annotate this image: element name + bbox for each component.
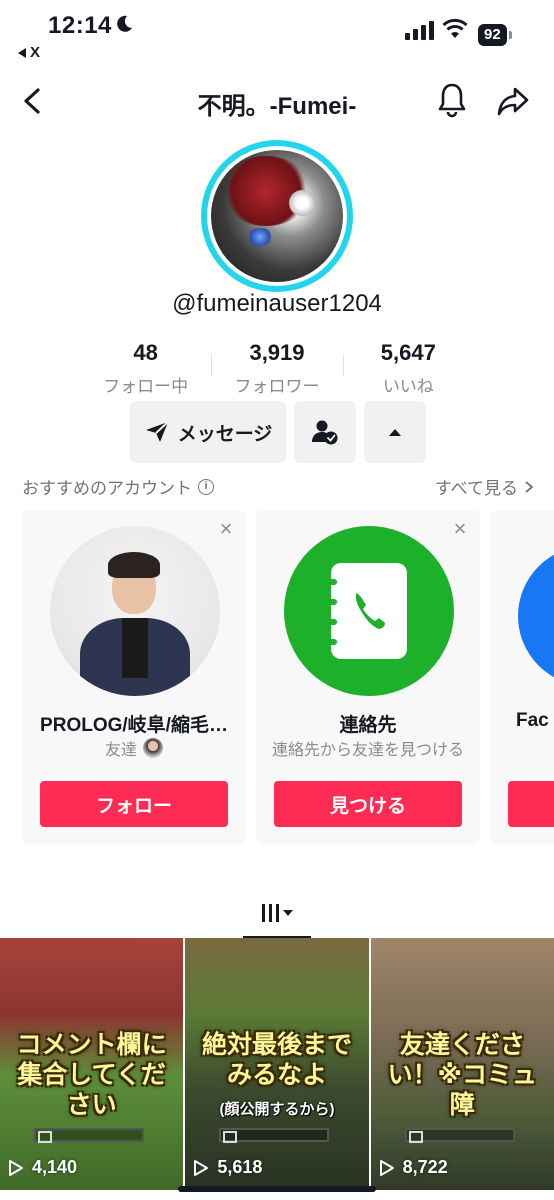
suggested-title-wrap: おすすめのアカウント i [22,474,214,499]
suggested-subtitle: 友達 [28,736,240,760]
status-bar: 12:14 X 92 [0,0,554,70]
close-icon[interactable]: × [216,518,236,540]
profile-stats: 48 フォロー中 3,919 フォロワー 5,647 いいね [80,340,474,396]
stat-label: フォロー中 [103,377,189,396]
share-icon[interactable] [496,84,530,118]
expand-suggestions-button[interactable] [364,401,426,463]
suggested-card-contacts[interactable]: × 連絡先 連絡先から友達を見つける 見つける [256,510,480,844]
profile-actions: メッセージ [130,401,426,463]
partial-button[interactable] [508,781,554,827]
stat-followers[interactable]: 3,919 フォロワー [211,340,342,396]
stat-value: 48 [133,340,158,365]
stat-value: 3,919 [249,340,305,365]
caret-down-icon [282,910,293,916]
video-subcaption: (顔公開するから) [219,1101,335,1118]
see-all-label: すべて見る [434,479,518,498]
chevron-right-icon [525,480,534,493]
video-thumbnail[interactable]: 友達ください！※コミュ障 8,722 [370,938,554,1190]
stat-label: いいね [382,377,434,396]
play-icon [194,1159,209,1176]
suggested-sub-label: 連絡先から友達を見つける [271,742,464,759]
back-app-label: X [30,44,41,61]
see-all-link[interactable]: すべて見る [435,474,534,499]
back-to-app-link[interactable]: X [18,44,40,61]
suggested-card-partial[interactable]: Fac [490,510,554,844]
mutual-friend-avatar [143,738,163,758]
view-count-value: 5,618 [217,1157,263,1177]
profile-avatar[interactable] [201,140,353,292]
stat-likes[interactable]: 5,647 いいね [342,340,474,396]
status-time: 12:14 [48,12,112,39]
stat-value: 5,647 [380,340,436,365]
facebook-icon[interactable] [518,546,554,686]
contacts-icon[interactable] [284,526,454,696]
grid-icon [261,904,279,922]
suggested-name: PROLOG/岐阜/縮毛… [40,715,228,736]
video-caption: コメント欄に集合してください [16,1031,167,1119]
stat-following[interactable]: 48 フォロー中 [80,340,211,396]
find-button[interactable]: 見つける [274,781,462,827]
battery-indicator: 92 [478,24,512,46]
battery-level: 92 [478,24,507,46]
page-title: 不明。-Fumei- [197,93,357,120]
username: @fumeinauser1204 [172,290,382,317]
home-indicator[interactable] [178,1186,376,1192]
caret-up-icon [389,428,401,436]
video-caption: 絶対最後までみるなよ [201,1031,352,1089]
view-count-value: 8,722 [402,1157,448,1177]
message-button-label: メッセージ [177,423,273,445]
view-count: 8,722 [379,1157,448,1178]
close-icon[interactable]: × [450,518,470,540]
follow-button[interactable]: フォロー [40,781,228,827]
video-caption: 友達ください！※コミュ障 [387,1031,537,1119]
view-count: 5,618 [193,1157,262,1178]
video-thumbnail[interactable]: コメント欄に集合してください 4,140 [0,938,184,1190]
info-icon[interactable]: i [198,478,214,495]
suggested-subtitle: 連絡先から友達を見つける [262,736,474,760]
suggested-sub-label: 友達 [104,742,137,759]
tab-videos[interactable] [243,890,311,938]
suggested-name: 連絡先 [339,715,397,736]
suggested-name: Fac [516,710,549,731]
moon-icon [117,15,132,32]
send-icon [145,421,169,442]
view-count: 4,140 [8,1157,77,1178]
suggested-card[interactable]: × PROLOG/岐阜/縮毛… 友達 フォロー [22,510,246,844]
friend-status-button[interactable] [294,401,356,463]
video-thumbnail[interactable]: 絶対最後までみるなよ (顔公開するから) 5,618 [185,938,369,1190]
video-grid: コメント欄に集合してください 4,140 絶対最後までみるなよ (顔公開するから… [0,938,554,1190]
message-button[interactable]: メッセージ [130,401,286,463]
content-tabs [0,890,554,938]
profile-header: 不明。-Fumei- [0,78,554,122]
suggested-cards: × PROLOG/岐阜/縮毛… 友達 フォロー × 連絡先 連絡先から友達を見つ… [22,510,554,844]
bell-icon[interactable] [436,82,468,118]
wifi-icon [442,18,468,38]
avatar-image [211,150,343,282]
suggested-avatar[interactable] [50,526,220,696]
play-icon [379,1159,394,1176]
suggested-header: おすすめのアカウント i すべて見る [22,474,534,498]
cellular-signal-icon [405,20,434,40]
phone-icon [355,593,385,629]
view-count-value: 4,140 [32,1157,78,1177]
user-check-icon [312,420,338,445]
play-icon [9,1159,23,1176]
suggested-title: おすすめのアカウント [22,479,192,498]
back-triangle-icon [18,47,26,58]
stat-label: フォロワー [234,377,320,396]
